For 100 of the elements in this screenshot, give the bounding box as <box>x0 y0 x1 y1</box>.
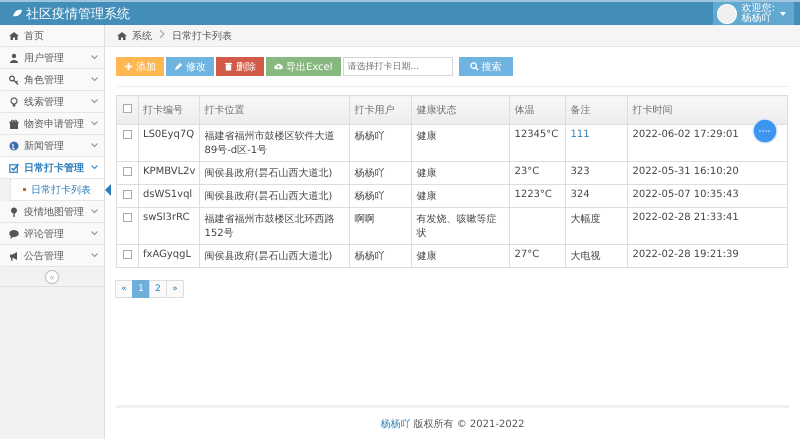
menu-item[interactable]: 角色管理 <box>0 69 104 91</box>
table-cell: 23°C <box>510 162 566 184</box>
column-header: 打卡位置 <box>200 96 350 124</box>
checkbox[interactable] <box>123 250 132 259</box>
menu-item[interactable]: 用户管理 <box>0 47 104 69</box>
table-cell: 杨杨吖 <box>350 244 412 268</box>
user-menu[interactable]: 欢迎您: 杨杨吖 <box>712 2 794 25</box>
menu-item[interactable]: 评论管理 <box>0 223 104 245</box>
menu-item[interactable]: 线索管理 <box>0 91 104 113</box>
page-button[interactable]: 2 <box>149 280 167 298</box>
page-button[interactable]: » <box>166 280 184 298</box>
search-icon <box>470 62 478 71</box>
table-cell: 1223°C <box>510 184 566 208</box>
cloud-upload-icon <box>274 62 283 71</box>
checkbox[interactable] <box>123 190 132 199</box>
checkbox-icon <box>9 162 19 172</box>
table-cell: dsWS1vql <box>138 184 200 208</box>
table-cell: LS0Eyq7Q <box>138 124 200 162</box>
house-icon <box>117 30 127 40</box>
copyright-text: 版权所有 © 2021-2022 <box>414 418 524 430</box>
chevron-icon <box>91 121 98 126</box>
table-cell: 2022-02-28 19:21:39 <box>628 244 788 268</box>
table-cell: 啊啊 <box>350 208 412 244</box>
chevron-icon <box>91 55 98 60</box>
house-icon <box>9 30 19 40</box>
checkbox[interactable] <box>123 166 132 176</box>
chevron-icon <box>157 29 167 39</box>
table-cell: 324 <box>566 184 628 208</box>
menu-item[interactable]: 首页 <box>0 25 104 47</box>
table-cell: 2022-05-07 10:35:43 <box>628 184 788 208</box>
delete-button[interactable]: 删除 <box>216 57 264 76</box>
speech-bubble-icon <box>9 228 19 238</box>
table-cell: 大电视 <box>566 244 628 268</box>
table-cell: 健康 <box>412 184 510 208</box>
column-header: 体温 <box>510 96 566 124</box>
chevron-icon <box>91 209 98 214</box>
checkbox[interactable] <box>123 212 132 222</box>
table-cell: 闽侯县政府(昙石山西大道北) <box>200 184 350 208</box>
table-cell: 大幅度 <box>566 208 628 244</box>
key-icon <box>9 74 19 84</box>
chevron-icon <box>91 143 98 148</box>
leaf-icon <box>12 9 23 18</box>
lightbulb-icon <box>9 96 19 106</box>
table-cell: 健康 <box>412 244 510 268</box>
plus-icon <box>124 62 133 71</box>
table-cell: 323 <box>566 162 628 184</box>
page-button[interactable]: 1 <box>132 280 150 298</box>
breadcrumb-link[interactable]: 系统 <box>132 28 152 42</box>
menu-item[interactable]: 日常打卡管理 <box>0 157 104 179</box>
date-field[interactable]: 请选择打卡日期... <box>342 57 452 76</box>
pointer-icon <box>105 184 111 196</box>
app-title: 社区疫情管理系统 <box>26 6 130 22</box>
breadcrumb-current: 日常打卡列表 <box>172 30 232 42</box>
table-cell: 闽侯县政府(昙石山西大道北) <box>200 162 350 184</box>
menu-item[interactable]: 疫情地图管理 <box>0 201 104 223</box>
column-header: 健康状态 <box>412 96 510 124</box>
collapse-button[interactable]: « <box>45 270 59 284</box>
table-cell: 杨杨吖 <box>350 162 412 184</box>
table-cell: KPMBVL2v <box>138 162 200 184</box>
table-cell: 杨杨吖 <box>350 124 412 162</box>
caret-icon <box>780 12 786 16</box>
table-cell: 2022-02-28 21:33:41 <box>628 208 788 244</box>
checkbox[interactable] <box>123 104 132 113</box>
author-link[interactable]: 杨杨吖 <box>380 416 411 430</box>
megaphone-icon <box>9 250 19 260</box>
chevron-icon <box>91 77 98 82</box>
gift-icon <box>9 118 19 128</box>
table-cell: 闽侯县政府(昙石山西大道北) <box>200 244 350 268</box>
table-cell: swSl3rRC <box>138 208 200 244</box>
page-button[interactable]: « <box>115 280 133 298</box>
globe-icon <box>9 140 19 150</box>
table-cell: 健康 <box>412 162 510 184</box>
menu-item[interactable]: 新闻管理 <box>0 135 104 157</box>
chevron-icon <box>91 99 98 104</box>
chevron-icon <box>91 253 98 258</box>
table-cell: 27°C <box>510 244 566 268</box>
checkbox[interactable] <box>123 130 132 139</box>
column-header: 备注 <box>566 96 628 124</box>
table-cell: 111 <box>566 124 628 162</box>
table-cell: 有发烧、咳嗽等症状 <box>412 208 510 244</box>
table-cell: 2022-05-31 16:10:20 <box>628 162 788 184</box>
map-pin-icon <box>9 206 19 216</box>
menu-item[interactable]: 物资申请管理 <box>0 113 104 135</box>
table-cell: 福建省福州市鼓楼区北环西路152号 <box>200 208 350 244</box>
column-header: 打卡时间 <box>628 96 788 124</box>
table-cell: 杨杨吖 <box>350 184 412 208</box>
table-cell: 福建省福州市鼓楼区软件大道89号-d区-1号 <box>200 124 350 162</box>
table-cell: fxAGyqgL <box>138 244 200 268</box>
menu-item[interactable]: 公告管理 <box>0 245 104 267</box>
chevron-icon <box>91 231 98 236</box>
trash-icon <box>224 62 233 71</box>
user-icon <box>9 52 19 62</box>
user-name: 杨杨吖 <box>742 14 773 24</box>
chevron-icon <box>91 165 98 170</box>
floating-widget-icon[interactable] <box>752 118 778 144</box>
table-cell: 12345°C <box>510 124 566 162</box>
welcome-text: 欢迎您: <box>742 4 775 14</box>
column-header: 打卡用户 <box>350 96 412 124</box>
pencil-icon <box>174 62 183 71</box>
table-cell: 健康 <box>412 124 510 162</box>
